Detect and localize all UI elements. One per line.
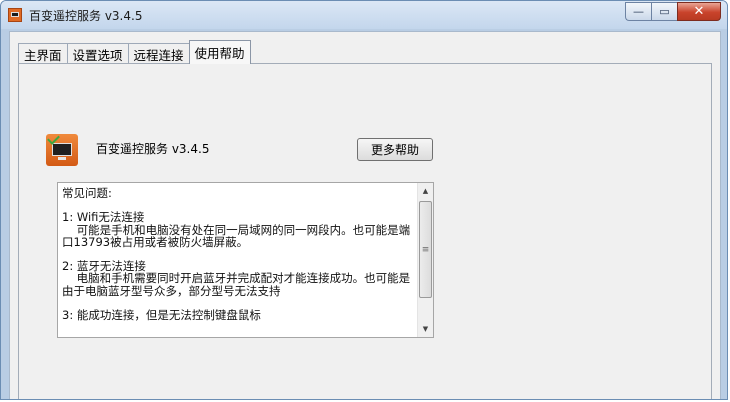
faq-text: 常见问题: 1: Wifi无法连接 可能是手机和电脑没有处在同一局域网的同一网段…: [62, 187, 411, 323]
maximize-button[interactable]: ▭: [651, 2, 677, 21]
app-icon: [8, 8, 22, 22]
faq-textbox[interactable]: 常见问题: 1: Wifi无法连接 可能是手机和电脑没有处在同一局域网的同一网段…: [57, 182, 434, 338]
tab-settings[interactable]: 设置选项: [66, 43, 129, 64]
tab-remote-connect[interactable]: 远程连接: [127, 43, 190, 64]
minimize-button[interactable]: —: [625, 2, 651, 21]
close-icon: ✕: [693, 4, 705, 19]
title-bar[interactable]: 百变遥控服务 v3.4.5 — ▭ ✕: [1, 1, 727, 29]
app-window: 百变遥控服务 v3.4.5 — ▭ ✕ 主界面 设置选项 远程连接 使用帮助 百…: [0, 0, 728, 400]
tab-strip: 主界面 设置选项 远程连接 使用帮助: [18, 40, 251, 64]
vertical-scrollbar[interactable]: ▲ ≡ ▼: [417, 183, 433, 337]
scroll-up-icon[interactable]: ▲: [418, 183, 433, 199]
grip-icon: ≡: [421, 244, 430, 255]
window-controls: — ▭ ✕: [625, 2, 721, 21]
client-area: 主界面 设置选项 远程连接 使用帮助 百变遥控服务 v3.4.5 更多帮助 常见…: [9, 31, 721, 399]
tab-help[interactable]: 使用帮助: [188, 40, 251, 64]
app-version-label: 百变遥控服务 v3.4.5: [96, 142, 210, 156]
more-help-button[interactable]: 更多帮助: [357, 138, 433, 161]
app-logo-icon: [46, 132, 78, 166]
window-title: 百变遥控服务 v3.4.5: [29, 9, 143, 23]
scroll-down-icon[interactable]: ▼: [418, 321, 433, 337]
tab-main[interactable]: 主界面: [18, 43, 68, 64]
monitor-stand: [58, 157, 66, 160]
help-tab-panel: 百变遥控服务 v3.4.5 更多帮助 常见问题: 1: Wifi无法连接 可能是…: [18, 63, 712, 399]
monitor-icon: [52, 143, 72, 156]
close-button[interactable]: ✕: [677, 2, 721, 21]
minimize-icon: —: [633, 5, 644, 18]
maximize-icon: ▭: [659, 5, 670, 18]
scroll-thumb[interactable]: ≡: [419, 201, 432, 298]
